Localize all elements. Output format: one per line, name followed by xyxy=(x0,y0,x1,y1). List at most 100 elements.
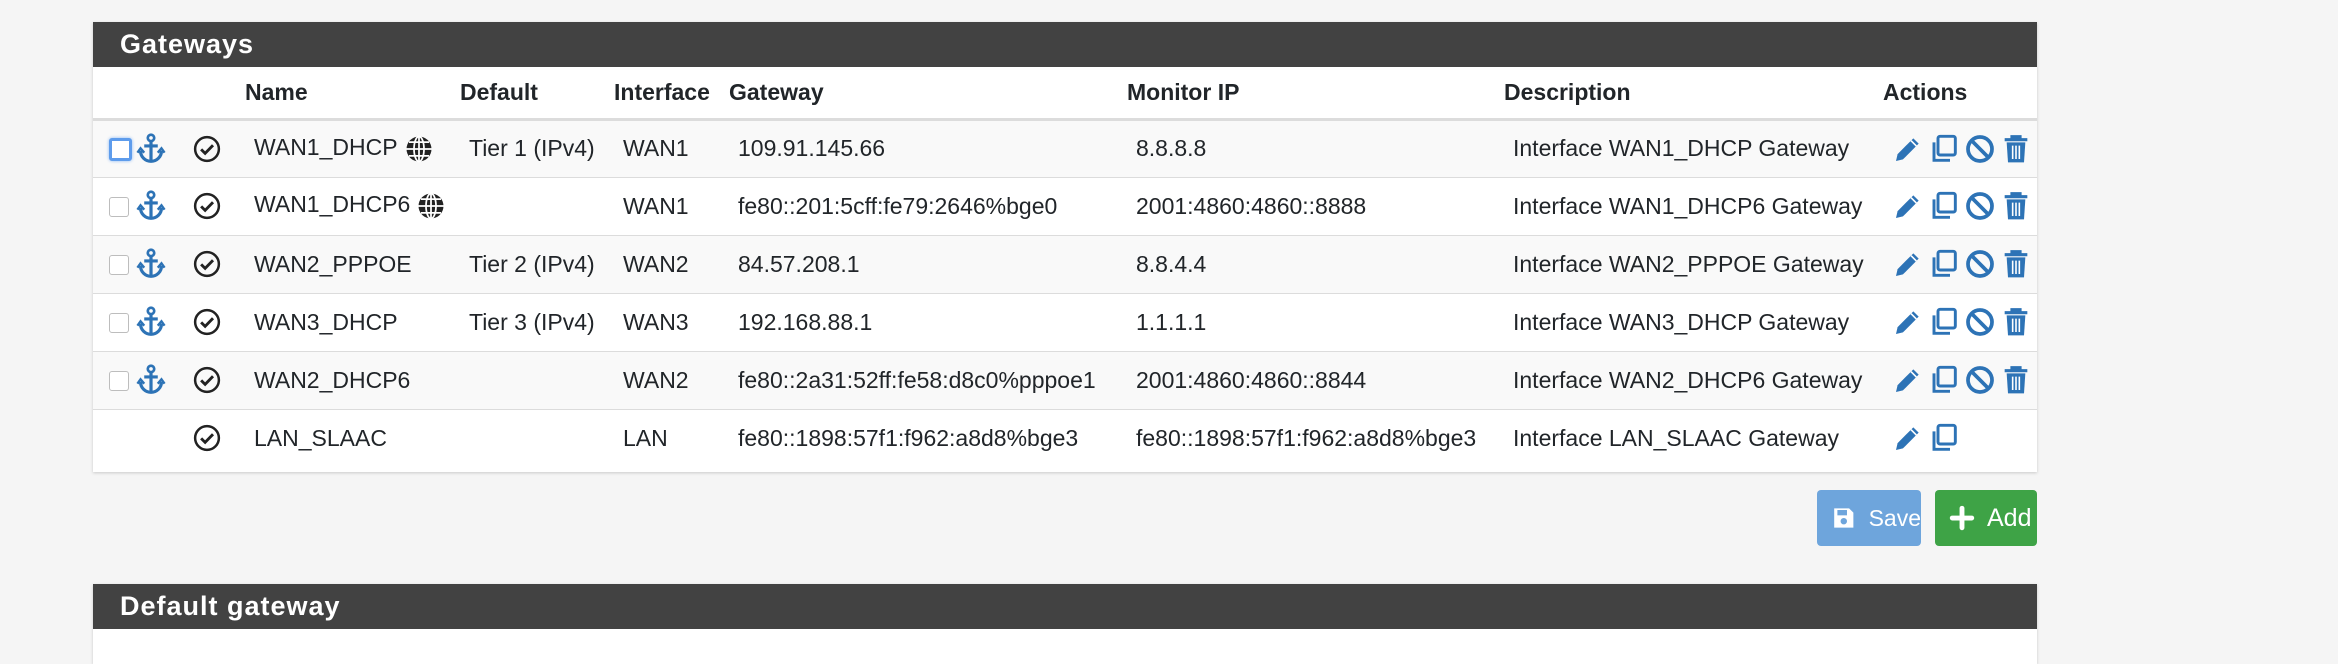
check-circle-icon xyxy=(193,192,221,220)
check-circle-icon xyxy=(193,135,221,162)
pencil-icon[interactable] xyxy=(1892,190,1924,222)
copy-icon[interactable] xyxy=(1928,248,1960,280)
gateway-name: WAN2_DHCP6 xyxy=(254,366,411,393)
row-select-checkbox[interactable] xyxy=(109,371,129,392)
table-row: WAN1_DHCP Tier 1 (IPv4) WAN1 109.91.145.66 8… xyxy=(93,119,2037,178)
gateway-default xyxy=(460,177,614,236)
gateway-monitor-ip: 2001:4860:4860::8888 xyxy=(1127,177,1504,236)
check-circle-icon xyxy=(193,425,221,452)
gateway-description: Interface LAN_SLAAC Gateway xyxy=(1513,424,1839,451)
gateway-name: WAN2_PPPOE xyxy=(254,250,412,277)
table-row: WAN2_DHCP6 WAN2 fe80::2a31:52ff:fe58:d8c0%… xyxy=(93,351,2037,410)
gateway-name: WAN3_DHCP xyxy=(254,308,398,335)
gateway-address: fe80::201:5cff:fe79:2646%bge0 xyxy=(729,177,1127,236)
anchor-icon[interactable] xyxy=(136,248,166,280)
gateway-monitor-ip: fe80::1898:57f1:f962:a8d8%bge3 xyxy=(1136,424,1477,451)
anchor-icon[interactable] xyxy=(136,132,166,165)
gateway-name: WAN1_DHCP6 xyxy=(254,191,411,218)
trash-icon[interactable] xyxy=(2000,248,2032,280)
check-circle-icon xyxy=(193,366,221,394)
ban-icon[interactable] xyxy=(1964,364,1996,396)
pencil-icon[interactable] xyxy=(1892,133,1924,165)
gateways-panel-title: Gateways xyxy=(93,22,2037,67)
anchor-icon[interactable] xyxy=(136,190,166,222)
default-gateway-panel-title: Default gateway xyxy=(93,584,2037,629)
pencil-icon[interactable] xyxy=(1892,422,1924,454)
col-description[interactable]: Description xyxy=(1504,67,1883,121)
ban-icon[interactable] xyxy=(1964,306,1996,338)
gateway-name: WAN1_DHCP xyxy=(254,133,398,160)
gateway-interface: WAN2 xyxy=(614,351,729,410)
trash-icon[interactable] xyxy=(2000,190,2032,222)
gateways-panel: Gateways Name Default Interface Gateway … xyxy=(93,22,2037,472)
copy-icon[interactable] xyxy=(1928,364,1960,396)
add-button[interactable]: Add xyxy=(1935,490,2037,546)
plus-icon xyxy=(1949,505,1975,531)
table-row: WAN1_DHCP6 WAN1 fe80::201:5cff:fe79:2646%b… xyxy=(93,177,2037,236)
col-interface[interactable]: Interface xyxy=(614,67,729,121)
globe-icon xyxy=(406,135,432,162)
gateway-address: fe80::2a31:52ff:fe58:d8c0%pppoe1 xyxy=(729,351,1127,410)
save-label: Save xyxy=(1868,504,1921,531)
gateway-default: Tier 3 (IPv4) xyxy=(460,293,614,352)
gateway-default: Tier 1 (IPv4) xyxy=(460,119,614,178)
gateway-address: fe80::1898:57f1:f962:a8d8%bge3 xyxy=(738,424,1079,451)
gateway-description: Interface WAN2_DHCP6 Gateway xyxy=(1504,351,1883,410)
copy-icon[interactable] xyxy=(1928,190,1960,222)
copy-icon[interactable] xyxy=(1928,133,1960,165)
col-actions: Actions xyxy=(1883,67,2037,121)
gateway-monitor-ip: 2001:4860:4860::8844 xyxy=(1127,351,1504,410)
row-select-checkbox[interactable] xyxy=(109,138,132,162)
table-header-row: Name Default Interface Gateway Monitor I… xyxy=(93,67,2037,121)
trash-icon[interactable] xyxy=(2000,306,2032,338)
gateway-interface: WAN1 xyxy=(614,119,729,178)
anchor-icon[interactable] xyxy=(136,306,166,338)
check-circle-icon xyxy=(193,250,221,278)
gateway-description: Interface WAN2_PPPOE Gateway xyxy=(1504,235,1883,294)
trash-icon[interactable] xyxy=(2000,133,2032,165)
copy-icon[interactable] xyxy=(1928,422,1960,454)
gateway-monitor-ip: 1.1.1.1 xyxy=(1127,293,1504,352)
ban-icon[interactable] xyxy=(1964,133,1996,165)
default-gateway-panel: Default gateway xyxy=(93,584,2037,664)
row-select-checkbox[interactable] xyxy=(109,197,129,218)
col-name[interactable]: Name xyxy=(245,67,460,121)
row-select-checkbox[interactable] xyxy=(109,255,129,276)
gateway-default xyxy=(460,351,614,410)
add-label: Add xyxy=(1987,503,2032,532)
gateway-address: 84.57.208.1 xyxy=(729,235,1127,294)
globe-icon xyxy=(418,192,444,220)
gateway-description: Interface WAN3_DHCP Gateway xyxy=(1504,293,1883,352)
check-circle-icon xyxy=(193,308,221,336)
ban-icon[interactable] xyxy=(1964,248,1996,280)
table-row: WAN2_PPPOE Tier 2 (IPv4) WAN2 84.57.208.1 8.… xyxy=(93,235,2037,294)
copy-icon[interactable] xyxy=(1928,306,1960,338)
gateway-interface: WAN3 xyxy=(614,293,729,352)
floppy-icon xyxy=(1834,508,1854,528)
gateway-monitor-ip: 8.8.4.4 xyxy=(1127,235,1504,294)
ban-icon[interactable] xyxy=(1964,190,1996,222)
gateway-default: Tier 2 (IPv4) xyxy=(460,235,614,294)
gateway-interface: LAN xyxy=(623,424,668,451)
gateway-address: 192.168.88.1 xyxy=(729,293,1127,352)
pencil-icon[interactable] xyxy=(1892,364,1924,396)
gateway-interface: WAN1 xyxy=(614,177,729,236)
table-row: LAN_SLAAC LAN fe80::1898:57f1:f962:a8d8%bg… xyxy=(93,409,2037,467)
gateway-interface: WAN2 xyxy=(614,235,729,294)
gateway-description: Interface WAN1_DHCP Gateway xyxy=(1504,119,1883,178)
trash-icon[interactable] xyxy=(2000,364,2032,396)
col-default[interactable]: Default xyxy=(460,67,614,121)
col-gateway[interactable]: Gateway xyxy=(729,67,1127,121)
save-button[interactable]: Save xyxy=(1817,490,1921,546)
gateway-name: LAN_SLAAC xyxy=(254,424,387,451)
gateway-monitor-ip: 8.8.8.8 xyxy=(1127,119,1504,178)
gateway-default xyxy=(460,409,614,467)
table-row: WAN3_DHCP Tier 3 (IPv4) WAN3 192.168.88.1 1.… xyxy=(93,293,2037,352)
pencil-icon[interactable] xyxy=(1892,248,1924,280)
col-monitor-ip[interactable]: Monitor IP xyxy=(1127,67,1504,121)
anchor-icon[interactable] xyxy=(136,364,166,396)
pencil-icon[interactable] xyxy=(1892,306,1924,338)
row-select-checkbox[interactable] xyxy=(109,313,129,334)
gateways-table: Name Default Interface Gateway Monitor I… xyxy=(93,67,2037,467)
gateway-address: 109.91.145.66 xyxy=(729,119,1127,178)
